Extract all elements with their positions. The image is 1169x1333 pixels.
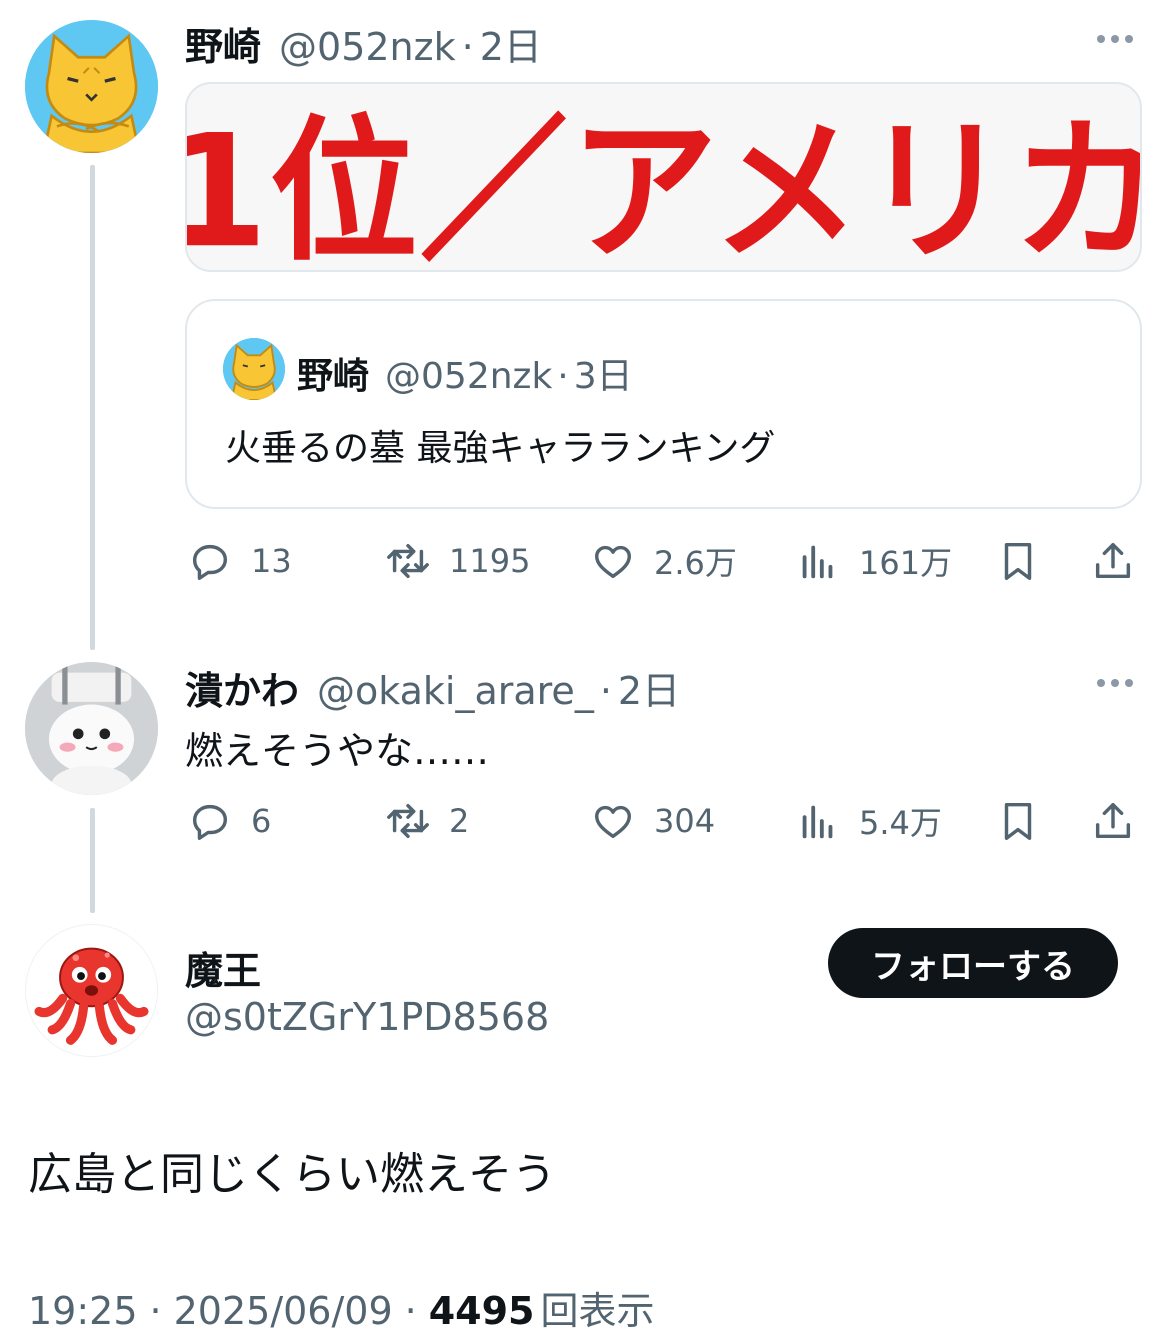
like-button[interactable]: 2.6万 <box>590 538 737 584</box>
more-icon[interactable] <box>1097 35 1133 43</box>
views-button[interactable]: 5.4万 <box>795 798 942 844</box>
tweet-header: 野崎 @052nzk · 2日 <box>185 16 542 71</box>
bookmark-button[interactable] <box>995 798 1041 844</box>
separator-dot: · <box>461 25 474 69</box>
views-icon <box>802 805 833 839</box>
separator-dot: · <box>149 1289 162 1333</box>
views-button[interactable]: 161万 <box>795 538 952 584</box>
heart-icon <box>594 805 632 839</box>
reply-count: 13 <box>251 542 292 580</box>
reply-button[interactable]: 13 <box>187 538 292 584</box>
views-count: 4495 <box>428 1289 535 1333</box>
bookmark-icon <box>1004 542 1032 580</box>
retweet-count: 1195 <box>449 542 531 580</box>
author-handle[interactable]: @s0tZGrY1PD8568 <box>185 995 549 1039</box>
retweet-button[interactable]: 2 <box>385 798 469 844</box>
retweet-count: 2 <box>449 802 470 840</box>
reply-icon <box>192 544 228 580</box>
more-icon[interactable] <box>1097 679 1133 687</box>
bookmark-icon <box>1004 802 1032 840</box>
like-button[interactable]: 304 <box>590 798 715 844</box>
tweet-media[interactable]: 1位／アメリカ <box>185 82 1142 272</box>
banner-text: 1位／アメリカ <box>185 100 1142 272</box>
share-button[interactable] <box>1090 798 1136 844</box>
avatar <box>223 338 285 400</box>
tweet-metadata: 19:25 · 2025/06/09 · 4495 回表示 <box>28 1280 655 1333</box>
quoted-header: 野崎 @052nzk · 3日 <box>297 347 633 399</box>
tweet-text: 燃えそうやな…… <box>185 729 490 773</box>
author-name[interactable]: 魔王 <box>185 940 261 995</box>
reply-button[interactable]: 6 <box>187 798 271 844</box>
views-count: 161万 <box>859 544 953 582</box>
avatar[interactable] <box>25 20 158 153</box>
quoted-author-handle: @052nzk <box>385 356 553 397</box>
thread-line <box>90 165 95 650</box>
like-count: 304 <box>654 802 716 840</box>
retweet-button[interactable]: 1195 <box>385 538 530 584</box>
views-label: 回表示 <box>540 1289 655 1333</box>
cat-avatar-image <box>25 20 158 153</box>
tweet-date[interactable]: 2025/06/09 <box>174 1289 393 1333</box>
share-button[interactable] <box>1090 538 1136 584</box>
author-name[interactable]: 潰かわ <box>185 660 299 715</box>
like-count: 2.6万 <box>654 544 737 582</box>
avatar[interactable] <box>25 924 158 1057</box>
tweet-actions: 6 2 304 5.4万 <box>185 792 1145 852</box>
heart-icon <box>594 545 632 579</box>
tweet-header: 潰かわ @okaki_arare_ · 2日 <box>185 660 680 715</box>
thread-line <box>90 808 95 913</box>
plush-avatar-image <box>25 662 158 795</box>
cat-avatar-image <box>223 338 285 400</box>
tweet-text: 広島と同じくらい燃えそう <box>28 1149 556 1200</box>
octopus-avatar-image <box>26 925 157 1056</box>
separator-dot: · <box>404 1289 417 1333</box>
separator-dot: · <box>599 669 612 713</box>
author-handle[interactable]: @okaki_arare_ <box>317 669 594 713</box>
bookmark-button[interactable] <box>995 538 1041 584</box>
views-count: 5.4万 <box>859 804 942 842</box>
quoted-author-name: 野崎 <box>297 356 370 397</box>
author-name[interactable]: 野崎 <box>185 16 261 71</box>
follow-button[interactable]: フォローする <box>828 928 1118 998</box>
separator-dot: · <box>557 356 569 397</box>
quoted-time: 3日 <box>573 356 633 397</box>
tweet-actions: 13 1195 2.6万 161万 <box>185 532 1145 592</box>
quoted-tweet[interactable]: 野崎 @052nzk · 3日 火垂るの墓 最強キャラランキング <box>185 299 1142 509</box>
retweet-icon <box>387 543 429 579</box>
tweet-time[interactable]: 2日 <box>480 16 542 71</box>
share-icon <box>1095 542 1131 579</box>
reply-icon <box>192 804 228 840</box>
share-icon <box>1095 802 1131 839</box>
tweet-time[interactable]: 2日 <box>618 660 680 715</box>
retweet-icon <box>387 803 429 839</box>
avatar[interactable] <box>25 662 158 795</box>
quoted-text: 火垂るの墓 最強キャラランキング <box>225 428 776 469</box>
views-icon <box>802 545 833 579</box>
author-handle[interactable]: @052nzk <box>279 25 456 69</box>
tweet-time[interactable]: 19:25 <box>28 1289 138 1333</box>
reply-count: 6 <box>251 802 272 840</box>
